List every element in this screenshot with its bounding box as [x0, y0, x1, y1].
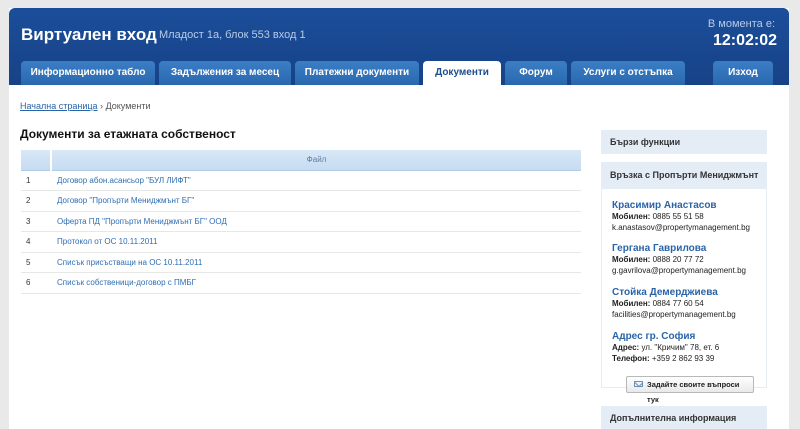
table-row: 4 Протокол от ОС 10.11.2011 — [21, 231, 581, 253]
document-link[interactable]: Оферта ПД "Пропърти Мениджмънт БГ" ООД — [51, 217, 227, 226]
document-link[interactable]: Договор абон.асансьор "БУЛ ЛИФТ" — [51, 176, 191, 185]
contact-phone: 0888 20 77 72 — [652, 255, 704, 264]
table-row: 2 Договор "Пропърти Мениджмънт БГ" — [21, 190, 581, 212]
phone-label: Мобилен: — [612, 299, 651, 308]
table-row: 1 Договор абон.асансьор "БУЛ ЛИФТ" — [21, 170, 581, 191]
page-title: Документи за етажната собственост — [20, 127, 236, 141]
header-bar: Виртуален вход Младост 1а, блок 553 вход… — [9, 8, 789, 86]
contact-name: Стойка Демерджиева — [612, 287, 718, 298]
table-row: 6 Списък собственици-договор с ПМБГ — [21, 272, 581, 294]
breadcrumb: Начална страница › Документи — [20, 101, 151, 111]
contact-card: Гергана Гаврилова Мобилен: 0888 20 77 72… — [612, 242, 746, 276]
contact-card: Красимир Анастасов Мобилен: 0885 55 51 5… — [612, 199, 750, 233]
contact-phone: 0885 55 51 58 — [652, 212, 704, 221]
row-number: 1 — [21, 170, 51, 191]
app-title: Виртуален вход — [21, 25, 157, 44]
row-number: 6 — [21, 272, 51, 294]
contact-name: Гергана Гаврилова — [612, 243, 707, 254]
row-number: 3 — [21, 211, 51, 232]
office-phone-label: Телефон: — [612, 353, 650, 363]
clock-label: В момента е: — [707, 18, 775, 30]
office-card: Адрес гр. София Адрес: ул. "Кричим" 78, … — [612, 330, 719, 364]
building-address: Младост 1а, блок 553 вход 1 — [159, 29, 306, 41]
tab-discount-services[interactable]: Услуги с отстъпка — [571, 61, 685, 85]
contact-email: facilities@propertymanagement.bg — [612, 309, 736, 319]
quick-functions-box: Бързи функции — [601, 130, 767, 154]
tab-monthly-dues[interactable]: Задължения за месец — [159, 61, 291, 85]
tab-payment-documents[interactable]: Платежни документи — [295, 61, 419, 85]
office-phone: +359 2 862 93 39 — [651, 353, 715, 363]
quick-functions-title: Бързи функции — [610, 137, 681, 147]
office-address: ул. "Кричим" 78, ет. 6 — [641, 343, 720, 352]
document-link[interactable]: Протокол от ОС 10.11.2011 — [51, 237, 157, 246]
row-number: 4 — [21, 231, 51, 253]
more-info-title: Допълнителна информация — [610, 413, 737, 423]
row-number: 5 — [21, 252, 51, 273]
table-header-row: Файл — [21, 150, 581, 171]
contact-box-title: Връзка с Пропърти Мениджмънт — [610, 170, 759, 180]
phone-label: Мобилен: — [612, 255, 651, 264]
contact-phone: 0884 77 60 54 — [652, 299, 704, 308]
contact-card: Стойка Демерджиева Мобилен: 0884 77 60 5… — [612, 286, 736, 320]
contact-email: k.anastasov@propertymanagement.bg — [612, 222, 750, 232]
address-label: Адрес: — [612, 343, 640, 352]
envelope-icon — [634, 381, 643, 387]
office-name: Адрес гр. София — [612, 331, 696, 342]
contact-name: Красимир Анастасов — [612, 200, 717, 211]
more-info-box: Допълнителна информация — [601, 406, 767, 429]
breadcrumb-current: Документи — [105, 101, 151, 111]
breadcrumb-home-link[interactable]: Начална страница — [20, 101, 98, 111]
table-row: 5 Списък присъстващи на ОС 10.11.2011 — [21, 252, 581, 273]
tab-documents[interactable]: Документи — [423, 61, 501, 86]
clock-time: 12:02:02 — [712, 32, 777, 49]
table-row: 3 Оферта ПД "Пропърти Мениджмънт БГ" ООД — [21, 211, 581, 232]
tab-dashboard[interactable]: Информационно табло — [21, 61, 155, 85]
phone-label: Мобилен: — [612, 212, 651, 221]
contact-email: g.gavrilova@propertymanagement.bg — [612, 265, 746, 275]
tab-logout[interactable]: Изход — [713, 61, 773, 85]
column-header-file: Файл — [51, 150, 581, 171]
tab-forum[interactable]: Форум — [505, 61, 567, 85]
document-link[interactable]: Списък собственици-договор с ПМБГ — [51, 278, 196, 287]
ask-question-button[interactable]: Задайте своите въпроси тук — [626, 376, 754, 404]
breadcrumb-separator: › — [100, 101, 104, 111]
documents-table: Файл 1 Договор абон.асансьор "БУЛ ЛИФТ" … — [21, 150, 581, 294]
document-link[interactable]: Договор "Пропърти Мениджмънт БГ" — [51, 196, 194, 205]
document-link[interactable]: Списък присъстващи на ОС 10.11.2011 — [51, 258, 202, 267]
column-header-number — [21, 150, 52, 171]
row-number: 2 — [21, 190, 51, 212]
